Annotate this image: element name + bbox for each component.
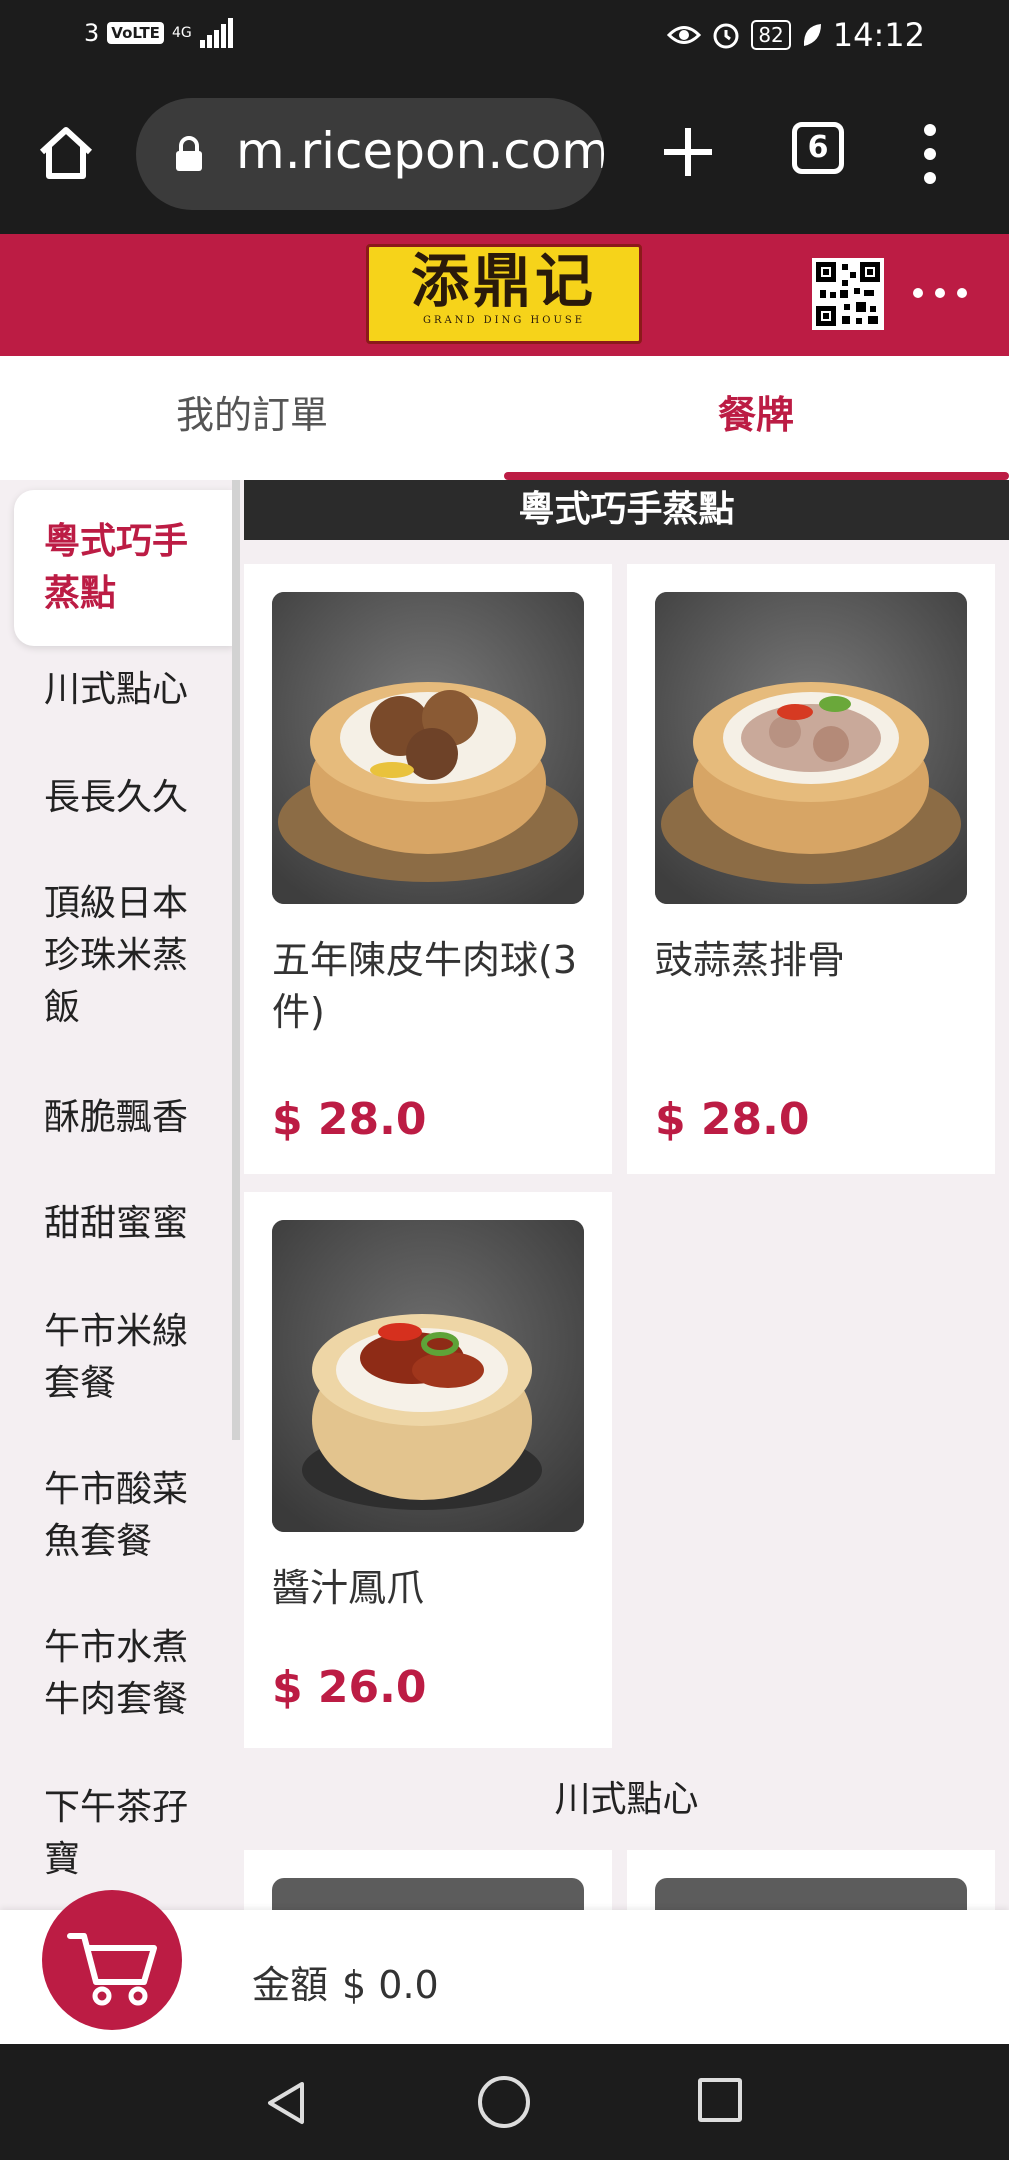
category-item[interactable]: 午市水煮牛肉套餐 [14,1622,234,1726]
browser-toolbar: m.ricepon.com/ 6 [0,80,1009,234]
dish-photo [655,1878,967,1910]
status-right: 82 14:12 [667,16,925,54]
active-tab-indicator [504,472,1009,480]
clock: 14:12 [832,16,925,54]
alarm-icon [713,23,739,49]
new-tab-icon[interactable] [660,124,716,180]
category-item[interactable]: 粵式巧手蒸點 [14,490,234,646]
signal-icon [199,18,233,48]
menu-item-card[interactable]: 豉蒜蒸排骨 $ 28.0 [627,564,995,1174]
dish-photo [272,592,584,904]
tab-menu[interactable]: 餐牌 [504,356,1008,480]
category-item[interactable]: 酥脆飄香 [14,1092,234,1144]
dish-photo [655,592,967,904]
menu-item-card[interactable]: 醬汁鳳爪 $ 26.0 [244,1192,612,1748]
recents-icon[interactable] [698,2078,742,2122]
qr-code-icon[interactable] [812,258,884,330]
dish-photo [272,1220,584,1532]
category-item[interactable]: 頂級日本珍珠米蒸飯 [14,878,234,1034]
tab-my-orders[interactable]: 我的訂單 [0,356,504,480]
volte-badge: VoLTE [107,22,164,44]
home-icon[interactable] [36,122,96,182]
restaurant-logo: 添鼎记 GRAND DING HOUSE [366,244,642,344]
dish-price: $ 28.0 [272,1094,427,1145]
back-icon[interactable] [262,2078,312,2128]
logo-name: 添鼎记 [410,247,597,315]
order-summary-bar: 金額 $ 0.0 [0,1890,1009,2044]
cart-total-label: 金額 [252,1963,329,2007]
section-header: 粵式巧手蒸點 [244,480,1009,540]
tab-switcher-button[interactable]: 6 [792,122,844,174]
home-nav-icon[interactable] [478,2076,530,2128]
battery-level: 82 [751,20,791,50]
menu-item-card[interactable]: 五年陳皮牛肉球(3件) $ 28.0 [244,564,612,1174]
category-item[interactable]: 午市米線套餐 [14,1306,234,1410]
dish-price: $ 28.0 [655,1094,810,1145]
more-options-icon[interactable] [910,278,970,308]
category-sidebar: 粵式巧手蒸點 川式點心 長長久久 頂級日本珍珠米蒸飯 酥脆飄香 甜甜蜜蜜 午市米… [0,480,240,1910]
next-section-title: 川式點心 [554,1779,699,1820]
cart-total: 金額 $ 0.0 [252,1954,439,2009]
network-label: 4G [171,25,192,41]
cart-icon [67,1933,157,2006]
dish-photo [272,1878,584,1910]
dish-name: 豉蒜蒸排骨 [655,938,846,982]
category-item[interactable]: 長長久久 [14,772,234,824]
menu-content: 粵式巧手蒸點 五年陳皮牛肉球(3件) $ 28.0 豉蒜蒸排骨 $ 28.0 醬… [244,480,1009,1910]
app-header: 添鼎记 GRAND DING HOUSE [0,234,1009,356]
menu-item-card[interactable] [627,1850,995,1910]
dish-name: 五年陳皮牛肉球(3件) [272,938,578,1034]
leaf-icon [803,24,821,46]
cart-button[interactable] [42,1890,182,2030]
dish-name: 醬汁鳳爪 [272,1566,425,1610]
url-text[interactable]: m.ricepon.com/ [236,122,604,180]
sidebar-scrollbar[interactable] [232,480,240,1440]
eye-comfort-icon [667,26,702,44]
category-item[interactable]: 甜甜蜜蜜 [14,1198,234,1250]
tab-bar: 我的訂單 餐牌 [0,356,1009,480]
dish-price: $ 26.0 [272,1662,427,1713]
cart-total-value: $ 0.0 [342,1963,439,2007]
system-nav-bar [0,2044,1009,2160]
address-bar[interactable]: m.ricepon.com/ [136,98,604,210]
lock-icon [176,136,202,171]
status-left: 3 VoLTE 4G [84,18,234,48]
category-item[interactable]: 午市酸菜魚套餐 [14,1464,234,1568]
menu-item-card[interactable] [244,1850,612,1910]
category-item[interactable]: 川式點心 [14,664,234,716]
logo-subtitle: GRAND DING HOUSE [422,315,586,326]
category-item[interactable]: 下午茶孖寶 [14,1782,234,1886]
status-bar: 3 VoLTE 4G 82 14:12 [0,0,1009,80]
sim-slot-label: 3 [84,19,100,47]
overflow-menu-icon[interactable] [916,122,944,186]
